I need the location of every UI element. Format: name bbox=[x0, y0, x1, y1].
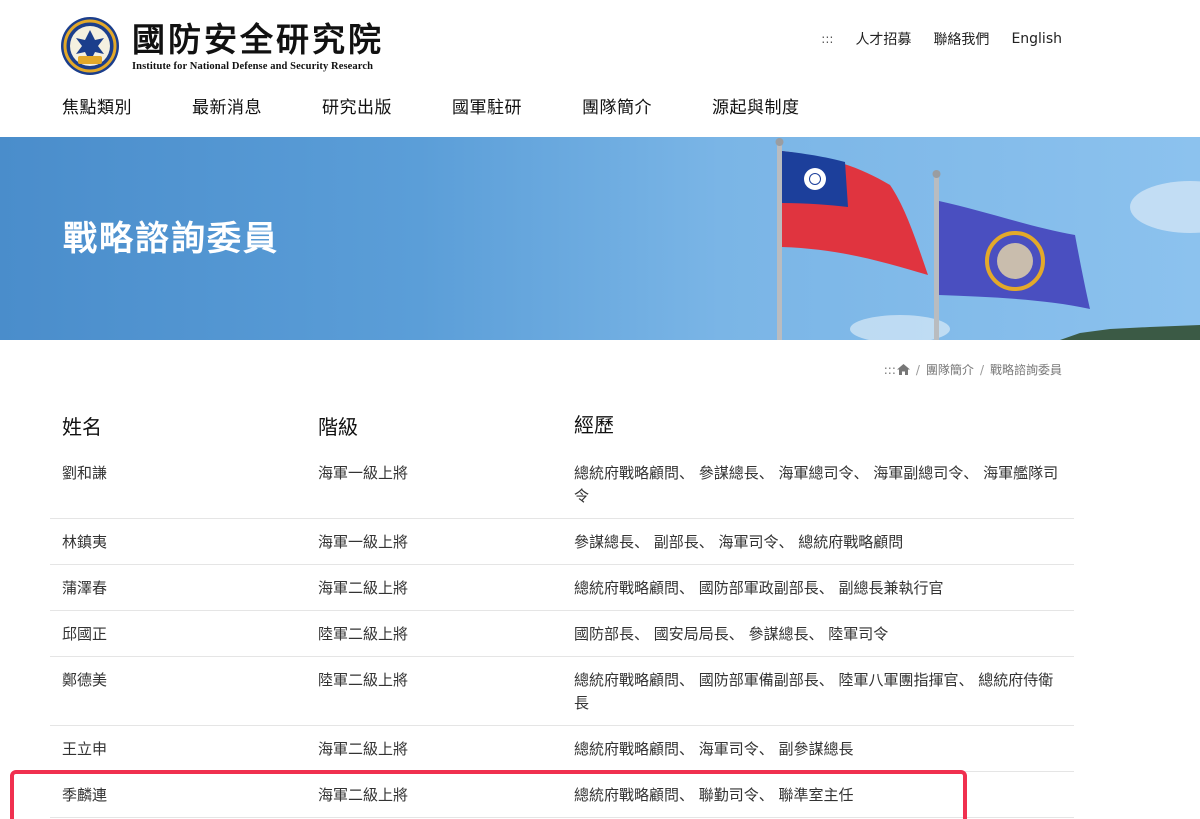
site-logo[interactable]: 國防安全研究院 Institute for National Defense a… bbox=[60, 16, 384, 76]
cell-experience: 總統府戰略顧問、 國防部軍備副部長、 陸軍八軍團指揮官、 總統府侍衛長 bbox=[574, 671, 1054, 712]
contact-link[interactable]: 聯絡我們 bbox=[933, 29, 989, 49]
breadcrumb-separator: / bbox=[915, 362, 920, 377]
table-row: 鄭德美 陸軍二級上將 總統府戰略顧問、 國防部軍備副部長、 陸軍八軍團指揮官、 … bbox=[50, 657, 1074, 726]
breadcrumb-item-team[interactable]: 團隊簡介 bbox=[926, 361, 974, 378]
home-icon[interactable] bbox=[896, 364, 910, 375]
nav-item-publications[interactable]: 研究出版 bbox=[322, 93, 392, 118]
page-banner: 戰略諮詢委員 bbox=[0, 137, 1200, 340]
breadcrumb-access-key[interactable]: ::: bbox=[884, 363, 896, 377]
cell-experience: 國防部長、 國安局局長、 參謀總長、 陸軍司令 bbox=[574, 625, 889, 643]
cell-experience: 總統府戰略顧問、 國防部軍政副部長、 副總長兼執行官 bbox=[574, 579, 944, 597]
top-links: ::: 人才招募 聯絡我們 English bbox=[821, 29, 1062, 49]
cell-rank: 海軍一級上將 bbox=[318, 533, 409, 551]
main-nav: 焦點類別 最新消息 研究出版 國軍駐研 團隊簡介 源起與制度 bbox=[62, 93, 860, 118]
nav-item-focus[interactable]: 焦點類別 bbox=[62, 93, 132, 118]
header-experience: 經歷 bbox=[574, 412, 614, 437]
cell-name: 林鎮夷 bbox=[62, 533, 108, 551]
table-row: 王立申 海軍二級上將 總統府戰略顧問、 海軍司令、 副參謀總長 bbox=[50, 726, 1074, 772]
breadcrumb-item-current: 戰略諮詢委員 bbox=[989, 363, 1062, 377]
highlight-box bbox=[10, 770, 967, 819]
cell-name: 邱國正 bbox=[62, 625, 108, 643]
table-row: 林鎮夷 海軍一級上將 參謀總長、 副部長、 海軍司令、 總統府戰略顧問 bbox=[50, 519, 1074, 565]
cell-rank: 海軍一級上將 bbox=[318, 464, 409, 482]
cell-experience: 總統府戰略顧問、 海軍司令、 副參謀總長 bbox=[574, 740, 854, 758]
breadcrumb: ::: / 團隊簡介 / 戰略諮詢委員 bbox=[884, 361, 1062, 378]
advisors-table: 姓名 階級 經歷 劉和謙 海軍一級上將 總統府戰略顧問、 參謀總長、 海軍總司令… bbox=[50, 400, 1074, 818]
table-row: 邱國正 陸軍二級上將 國防部長、 國安局局長、 參謀總長、 陸軍司令 bbox=[50, 611, 1074, 657]
cell-name: 王立申 bbox=[62, 740, 108, 758]
nav-item-news[interactable]: 最新消息 bbox=[192, 93, 262, 118]
access-key-link[interactable]: ::: bbox=[821, 32, 833, 46]
nav-item-team[interactable]: 團隊簡介 bbox=[582, 93, 652, 118]
cell-rank: 陸軍二級上將 bbox=[318, 671, 409, 689]
cell-experience: 參謀總長、 副部長、 海軍司令、 總統府戰略顧問 bbox=[574, 533, 904, 551]
table-header: 姓名 階級 經歷 bbox=[50, 400, 1074, 450]
page-title: 戰略諮詢委員 bbox=[63, 219, 279, 259]
table-row: 劉和謙 海軍一級上將 總統府戰略顧問、 參謀總長、 海軍總司令、 海軍副總司令、… bbox=[50, 450, 1074, 519]
nav-item-origin[interactable]: 源起與制度 bbox=[712, 93, 800, 118]
careers-link[interactable]: 人才招募 bbox=[855, 29, 911, 49]
cell-rank: 海軍二級上將 bbox=[318, 579, 409, 597]
english-link[interactable]: English bbox=[1011, 31, 1062, 47]
cell-experience: 總統府戰略顧問、 參謀總長、 海軍總司令、 海軍副總司令、 海軍艦隊司令 bbox=[574, 464, 1059, 505]
breadcrumb-separator: / bbox=[979, 362, 984, 377]
table-row: 蒲澤春 海軍二級上將 總統府戰略顧問、 國防部軍政副部長、 副總長兼執行官 bbox=[50, 565, 1074, 611]
cell-rank: 海軍二級上將 bbox=[318, 740, 409, 758]
nav-item-military-research[interactable]: 國軍駐研 bbox=[452, 93, 522, 118]
seal-icon bbox=[61, 17, 119, 75]
cell-name: 鄭德美 bbox=[62, 671, 108, 689]
cell-rank: 陸軍二級上將 bbox=[318, 625, 409, 643]
cell-name: 劉和謙 bbox=[62, 464, 108, 482]
header-rank: 階級 bbox=[318, 414, 358, 439]
header-name: 姓名 bbox=[62, 414, 102, 439]
site-header: 國防安全研究院 Institute for National Defense a… bbox=[0, 0, 1200, 137]
org-name-en: Institute for National Defense and Secur… bbox=[132, 60, 374, 72]
cell-name: 蒲澤春 bbox=[62, 579, 108, 597]
org-name-cn: 國防安全研究院 bbox=[132, 19, 384, 59]
